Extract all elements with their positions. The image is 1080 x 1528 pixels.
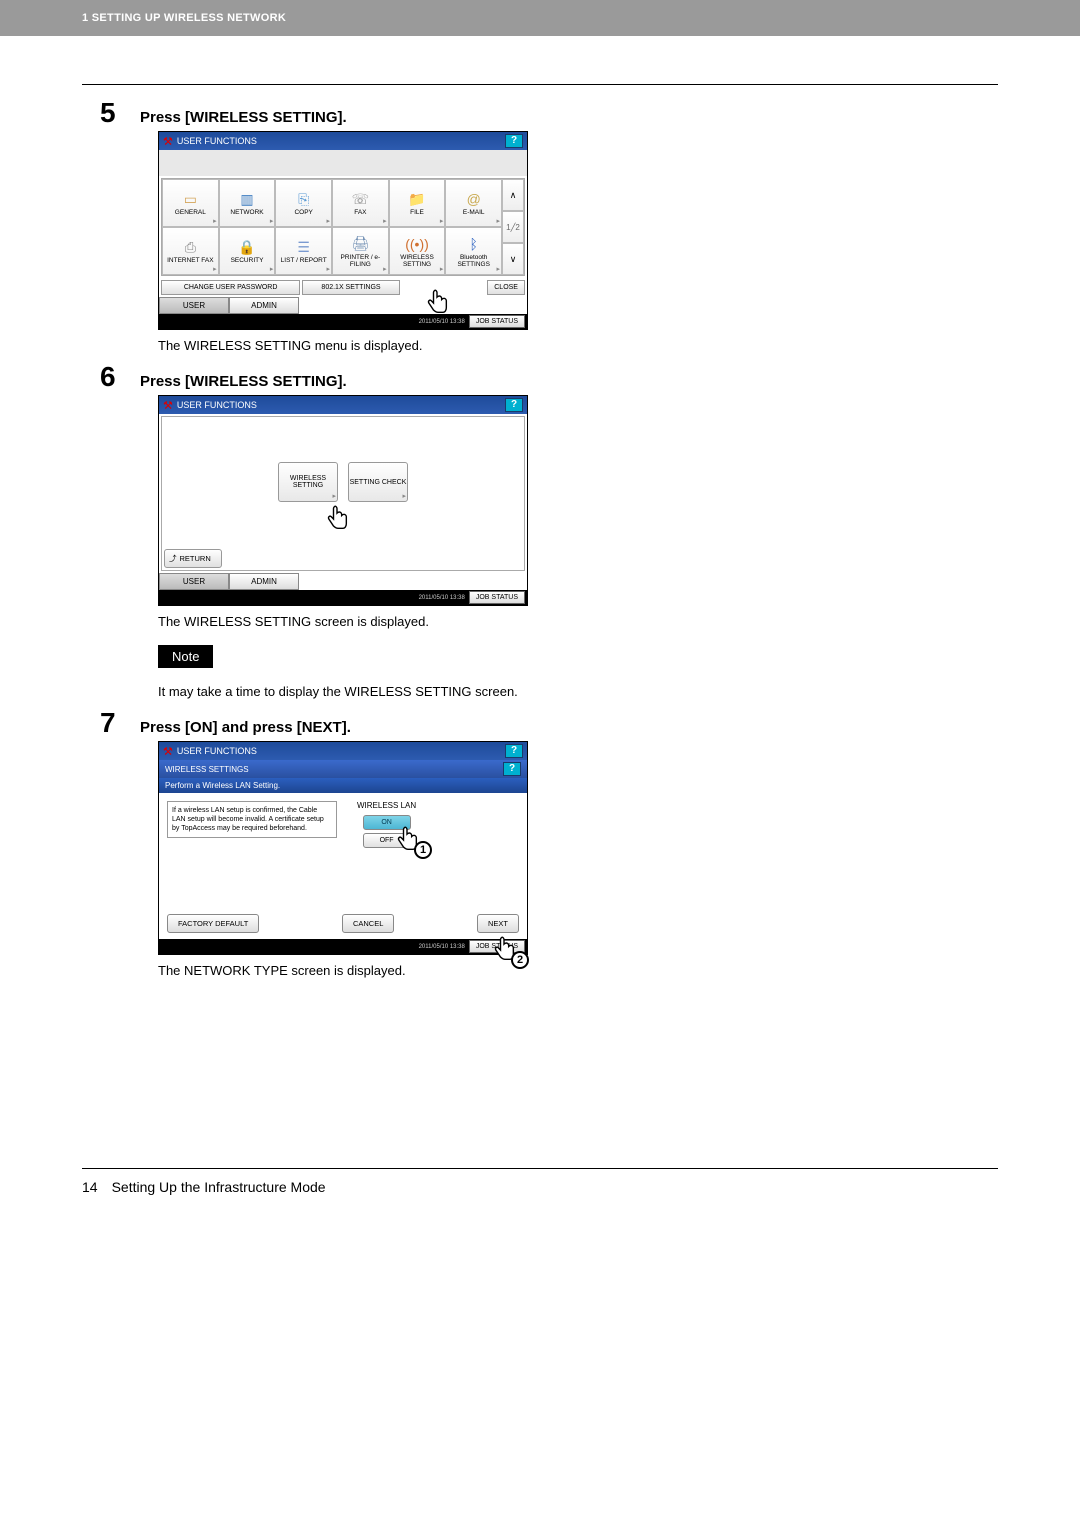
close-button[interactable]: CLOSE [487,280,525,295]
instruction-bar: Perform a Wireless LAN Setting. [159,778,527,793]
step-number: 7 [100,709,140,737]
step-6-header: 6 Press [WIRELESS SETTING]. [100,363,998,391]
page-header: 1 SETTING UP WIRELESS NETWORK [0,0,1080,36]
change-password-button[interactable]: CHANGE USER PASSWORD [161,280,300,295]
general-button[interactable]: ▭GENERAL▸ [162,179,219,227]
page-number: 14 [82,1179,98,1195]
callout-1: 1 [414,841,432,859]
step6-screen: ⚒ USER FUNCTIONS ? WIRELESS SETTING▸ SET… [158,395,528,606]
network-button[interactable]: ▥NETWORK▸ [219,179,276,227]
help-icon[interactable]: ? [505,744,523,758]
cancel-button[interactable]: CANCEL [342,914,394,933]
step-title: Press [WIRELESS SETTING]. [140,373,347,390]
step7-screen: ⚒ USER FUNCTIONS ? WIRELESS SETTINGS ? P… [158,741,528,955]
copy-button[interactable]: ⎘COPY▸ [275,179,332,227]
wireless-setting-button[interactable]: ((•))WIRELESS SETTING▸ [389,227,446,275]
timestamp: 2011/05/10 13:38 [419,944,465,950]
bluetooth-button[interactable]: ᛒBluetooth SETTINGS▸ [445,227,502,275]
top-rule [82,84,998,85]
job-status-button[interactable]: JOB STATUS [469,591,525,604]
fax-button[interactable]: ☏FAX▸ [332,179,389,227]
info-text: If a wireless LAN setup is confirmed, th… [167,801,337,838]
tools-icon: ⚒ [163,399,173,412]
next-button[interactable]: NEXT [477,914,519,933]
screen-title: USER FUNCTIONS [177,746,257,756]
user-tab[interactable]: USER [159,297,229,314]
timestamp: 2011/05/10 13:38 [419,319,465,325]
step5-screen: ⚒ USER FUNCTIONS ? ▭GENERAL▸ ▥NETWORK▸ ⎘… [158,131,528,330]
page-footer: 14 Setting Up the Infrastructure Mode [0,1169,1080,1235]
printer-efiling-button[interactable]: 🖨PRINTER / e-FILING▸ [332,227,389,275]
pointer-hand-icon [323,505,351,533]
scroll-down-button[interactable]: ∨ [502,243,524,275]
help-icon[interactable]: ? [503,762,521,776]
list-report-button[interactable]: ☰LIST / REPORT▸ [275,227,332,275]
factory-default-button[interactable]: FACTORY DEFAULT [167,914,259,933]
step7-result: The NETWORK TYPE screen is displayed. [158,963,998,978]
email-button[interactable]: @E-MAIL▸ [445,179,502,227]
8021x-button[interactable]: 802.1X SETTINGS [302,280,400,295]
screen-subtitle-bar: WIRELESS SETTINGS ? [159,760,527,778]
setting-check-button[interactable]: SETTING CHECK▸ [348,462,408,502]
step-number: 6 [100,363,140,391]
footer-title: Setting Up the Infrastructure Mode [112,1179,326,1195]
admin-tab[interactable]: ADMIN [229,573,299,590]
return-button[interactable]: ⤴RETURN [164,549,222,568]
scroll-up-button[interactable]: ∧ [502,179,524,211]
timestamp: 2011/05/10 13:38 [419,595,465,601]
step-7-header: 7 Press [ON] and press [NEXT]. [100,709,998,737]
step5-result: The WIRELESS SETTING menu is displayed. [158,338,998,353]
wireless-lan-label: WIRELESS LAN [357,801,416,810]
note-label: Note [158,645,213,668]
step-title: Press [ON] and press [NEXT]. [140,719,351,736]
help-icon[interactable]: ? [505,398,523,412]
step-title: Press [WIRELESS SETTING]. [140,109,347,126]
admin-tab[interactable]: ADMIN [229,297,299,314]
step-5-header: 5 Press [WIRELESS SETTING]. [100,99,998,127]
user-tab[interactable]: USER [159,573,229,590]
help-icon[interactable]: ? [505,134,523,148]
screen-titlebar: ⚒ USER FUNCTIONS ? [159,396,527,414]
tools-icon: ⚒ [163,745,173,758]
screen-titlebar: ⚒ USER FUNCTIONS ? [159,132,527,150]
callout-2: 2 [511,951,529,969]
subtitle: WIRELESS SETTINGS [165,765,249,774]
wireless-setting-button[interactable]: WIRELESS SETTING▸ [278,462,338,502]
tools-icon: ⚒ [163,135,173,148]
screen-titlebar: ⚒ USER FUNCTIONS ? [159,742,527,760]
internet-fax-button[interactable]: ⎙INTERNET FAX▸ [162,227,219,275]
job-status-button[interactable]: JOB STATUS [469,315,525,328]
return-arrow-icon: ⤴ [169,553,177,564]
security-button[interactable]: 🔒SECURITY▸ [219,227,276,275]
file-button[interactable]: 📁FILE▸ [389,179,446,227]
screen-title: USER FUNCTIONS [177,400,257,410]
note-text: It may take a time to display the WIRELE… [158,684,998,699]
pointer-hand-icon [423,289,451,317]
chapter-title: 1 SETTING UP WIRELESS NETWORK [82,12,286,24]
step6-result: The WIRELESS SETTING screen is displayed… [158,614,998,629]
page-indicator: 1╱2 [502,211,524,243]
step-number: 5 [100,99,140,127]
screen-title: USER FUNCTIONS [177,136,257,146]
